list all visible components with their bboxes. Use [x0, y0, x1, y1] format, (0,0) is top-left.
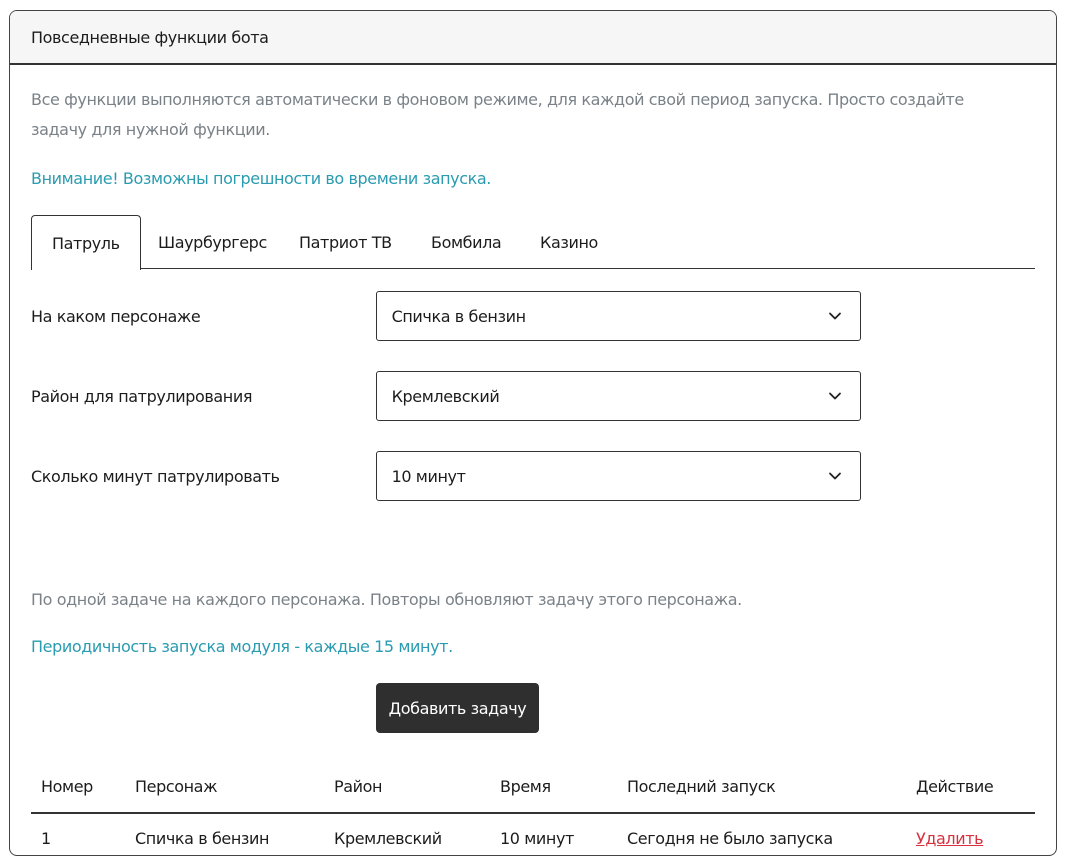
- character-select-value: Спичка в бензин: [391, 306, 527, 326]
- tab-label: Патриот ТВ: [299, 232, 392, 252]
- cell-character: Спичка в бензин: [125, 813, 324, 855]
- minutes-select-value: 10 минут: [391, 466, 466, 486]
- module-tabs: Патруль Шаурбургерс Патриот ТВ Бомбила К…: [31, 215, 1035, 270]
- task-note: По одной задаче на каждого персонажа. По…: [31, 590, 742, 609]
- column-header-number: Номер: [31, 761, 125, 814]
- tab-casino[interactable]: Казино: [540, 215, 598, 269]
- table-row: 1 Спичка в бензин Кремлевский 10 минут С…: [31, 813, 1035, 855]
- delete-task-link[interactable]: Удалить: [916, 829, 984, 848]
- character-select[interactable]: Спичка в бензин: [375, 291, 861, 341]
- table-header-row: Номер Персонаж Район Время Последний зап…: [31, 761, 1035, 814]
- district-row: Район для патрулирования Кремлевский: [31, 371, 861, 421]
- warning-text: Внимание! Возможны погрешности во времен…: [31, 169, 491, 188]
- tab-shaurburgers[interactable]: Шаурбургерс: [158, 215, 267, 269]
- card-title: Повседневные функции бота: [31, 27, 269, 47]
- tab-label: Казино: [540, 232, 598, 252]
- tab-label: Бомбила: [431, 232, 502, 252]
- chevron-down-icon: [829, 392, 841, 400]
- column-header-district: Район: [324, 761, 490, 814]
- tab-label: Патруль: [52, 233, 120, 253]
- minutes-select[interactable]: 10 минут: [375, 451, 861, 501]
- cell-district: Кремлевский: [324, 813, 490, 855]
- intro-text: Все функции выполняются автоматически в …: [31, 90, 964, 139]
- cell-last-run: Сегодня не было запуска: [617, 813, 906, 855]
- district-label: Район для патрулирования: [31, 386, 253, 406]
- tab-label: Шаурбургерс: [158, 232, 267, 252]
- column-header-last-run: Последний запуск: [617, 761, 906, 814]
- minutes-label: Сколько минут патрулировать: [31, 466, 280, 486]
- add-task-button[interactable]: Добавить задачу: [376, 683, 539, 733]
- period-text: Периодичность запуска модуля - каждые 15…: [31, 637, 453, 656]
- district-select[interactable]: Кремлевский: [375, 371, 861, 421]
- character-label: На каком персонаже: [31, 306, 201, 326]
- card-header: Повседневные функции бота: [10, 11, 1056, 65]
- tasks-table: Номер Персонаж Район Время Последний зап…: [31, 761, 1035, 855]
- tab-patrol[interactable]: Патруль: [31, 215, 141, 270]
- column-header-time: Время: [490, 761, 617, 814]
- column-header-action: Действие: [906, 761, 1035, 814]
- minutes-row: Сколько минут патрулировать 10 минут: [31, 451, 861, 501]
- cell-action: Удалить: [906, 813, 1035, 855]
- daily-functions-card: Повседневные функции бота Все функции вы…: [9, 10, 1057, 856]
- cell-number: 1: [31, 813, 125, 855]
- chevron-down-icon: [829, 472, 841, 480]
- district-select-value: Кремлевский: [391, 386, 500, 406]
- tab-bombila[interactable]: Бомбила: [431, 215, 502, 269]
- chevron-down-icon: [829, 312, 841, 320]
- character-row: На каком персонаже Спичка в бензин: [31, 291, 861, 341]
- column-header-character: Персонаж: [125, 761, 324, 814]
- tab-patriot-tv[interactable]: Патриот ТВ: [299, 215, 392, 269]
- cell-time: 10 минут: [490, 813, 617, 855]
